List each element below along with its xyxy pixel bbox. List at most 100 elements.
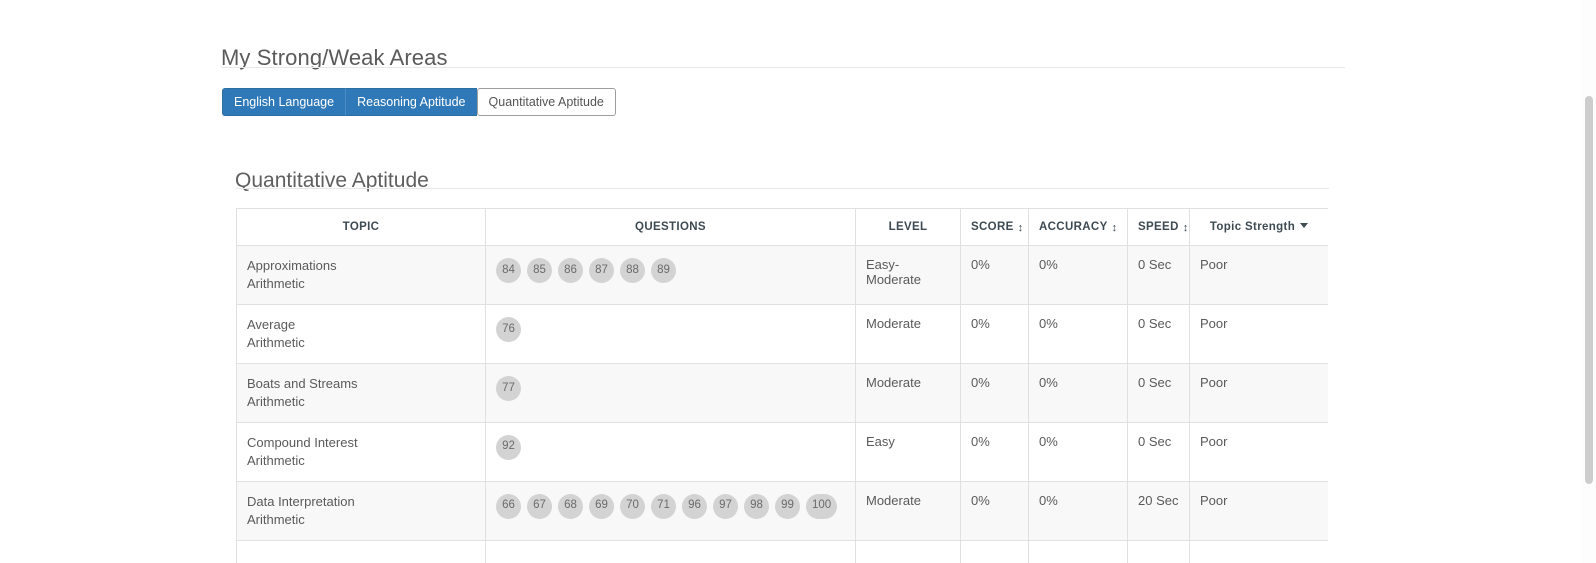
cell-level: Moderate (855, 362, 961, 423)
cell-topic-strength (1189, 539, 1328, 563)
question-badge[interactable]: 76 (496, 316, 521, 342)
question-badge[interactable]: 85 (527, 258, 552, 283)
column-header-topic-label: TOPIC (342, 221, 380, 233)
table-row: Average Arithmetic 76 Moderate 0% 0% 0 Sec Poor (236, 303, 1328, 364)
question-badge[interactable]: 99 (775, 493, 800, 519)
cell-topic: Data Interpretation Arithmetic (236, 480, 486, 541)
question-badge-list (496, 552, 845, 553)
question-badge[interactable]: 84 (496, 258, 521, 283)
question-badge[interactable]: 88 (620, 258, 645, 283)
cell-level (855, 539, 961, 563)
column-header-level-label: LEVEL (888, 221, 928, 233)
question-badge[interactable]: 70 (620, 493, 645, 519)
table-row: Boats and Streams Arithmetic 77 Moderate 0% 0… (236, 362, 1328, 423)
page-scrollbar-thumb[interactable] (1585, 96, 1593, 484)
cell-questions: 84 85 86 87 88 89 (485, 245, 856, 305)
column-header-speed[interactable]: SPEED ↕ (1127, 208, 1190, 246)
topic-category: Arithmetic (247, 276, 305, 292)
cell-score: 0% (960, 480, 1029, 541)
question-badge[interactable]: 89 (651, 258, 676, 283)
section-divider (236, 188, 1329, 189)
topics-table-container: TOPIC QUESTIONS LEVEL SCORE ↕ ACCURACY ↕ (236, 208, 1328, 563)
title-divider (221, 67, 1345, 68)
question-badge[interactable]: 68 (558, 493, 583, 519)
question-badge-list: 76 (496, 316, 845, 342)
tab-english-language[interactable]: English Language (222, 88, 346, 116)
cell-topic: Compound Interest Arithmetic (236, 421, 486, 482)
chevron-down-icon[interactable] (1300, 223, 1309, 228)
column-header-score[interactable]: SCORE ↕ (960, 208, 1029, 246)
cell-questions (485, 539, 856, 563)
cell-speed: 20 Sec (1127, 480, 1190, 541)
question-badge[interactable]: 100 (806, 493, 838, 519)
topics-table: TOPIC QUESTIONS LEVEL SCORE ↕ ACCURACY ↕ (236, 208, 1328, 563)
tab-quantitative-aptitude[interactable]: Quantitative Aptitude (476, 88, 616, 116)
cell-score: 0% (960, 362, 1029, 423)
table-row: Compound Interest Arithmetic 92 Easy 0% 0% 0 S… (236, 421, 1328, 482)
column-header-score-label: SCORE (971, 221, 1014, 233)
topic-category: Arithmetic (247, 453, 305, 469)
column-header-accuracy[interactable]: ACCURACY ↕ (1028, 208, 1128, 246)
cell-score: 0% (960, 245, 1029, 305)
question-badge[interactable]: 87 (589, 258, 614, 283)
cell-questions: 66 67 68 69 70 71 96 97 98 99 100 (485, 480, 856, 541)
cell-speed: 0 Sec (1127, 362, 1190, 423)
aptitude-tab-group[interactable]: English Language Reasoning Aptitude Quanti… (222, 88, 616, 116)
cell-speed: 0 Sec (1127, 303, 1190, 364)
cell-speed: 0 Sec (1127, 421, 1190, 482)
column-header-level: LEVEL (855, 208, 961, 246)
column-header-accuracy-label: ACCURACY (1039, 221, 1108, 233)
page-scrollbar-track[interactable] (1581, 0, 1596, 563)
question-badge[interactable]: 67 (527, 493, 552, 519)
question-badge[interactable]: 92 (496, 434, 521, 460)
table-body: Approximations Arithmetic 84 85 86 87 88 89 Easy… (236, 245, 1328, 563)
sort-icon[interactable]: ↕ (1018, 223, 1024, 234)
question-badge-list: 92 (496, 434, 845, 460)
cell-level: Easy-Moderate (855, 245, 961, 305)
cell-topic-strength: Poor (1189, 421, 1328, 482)
cell-speed: 0 Sec (1127, 245, 1190, 305)
cell-topic-strength: Poor (1189, 362, 1328, 423)
section-title: Quantitative Aptitude (235, 169, 429, 193)
cell-topic: Boats and Streams Arithmetic (236, 362, 486, 423)
question-badge[interactable]: 97 (713, 493, 738, 519)
cell-level: Moderate (855, 303, 961, 364)
question-badge[interactable]: 96 (682, 493, 707, 519)
column-header-topic-strength[interactable]: Topic Strength (1189, 208, 1328, 246)
column-header-speed-label: SPEED (1138, 221, 1179, 233)
cell-questions: 76 (485, 303, 856, 364)
cell-speed (1127, 539, 1190, 563)
topic-category: Arithmetic (247, 335, 305, 351)
cell-accuracy (1028, 539, 1128, 563)
topic-name: Compound Interest (247, 434, 358, 450)
cell-accuracy: 0% (1028, 480, 1128, 541)
topic-category: Arithmetic (247, 512, 305, 528)
cell-accuracy: 0% (1028, 303, 1128, 364)
question-badge[interactable]: 71 (651, 493, 676, 519)
topic-name: Approximations (247, 258, 337, 273)
cell-accuracy: 0% (1028, 362, 1128, 423)
cell-topic (236, 539, 486, 563)
question-badge[interactable]: 86 (558, 258, 583, 283)
cell-score: 0% (960, 303, 1029, 364)
question-badge[interactable]: 98 (744, 493, 769, 519)
cell-questions: 92 (485, 421, 856, 482)
cell-score (960, 539, 1029, 563)
question-badge[interactable]: 69 (589, 493, 614, 519)
cell-topic-strength: Poor (1189, 303, 1328, 364)
question-badge[interactable]: 66 (496, 493, 521, 519)
table-row: Approximations Arithmetic 84 85 86 87 88 89 Easy… (236, 245, 1328, 305)
table-header-row: TOPIC QUESTIONS LEVEL SCORE ↕ ACCURACY ↕ (236, 208, 1328, 246)
column-header-questions: QUESTIONS (485, 208, 856, 246)
question-badge[interactable]: 77 (496, 375, 521, 401)
sort-icon[interactable]: ↕ (1112, 223, 1118, 234)
question-badge-list: 84 85 86 87 88 89 (496, 257, 845, 283)
tab-reasoning-aptitude[interactable]: Reasoning Aptitude (345, 88, 477, 116)
sort-icon[interactable]: ↕ (1183, 223, 1189, 234)
column-header-topic-strength-label: Topic Strength (1209, 221, 1296, 233)
page-root: My Strong/Weak Areas English Language Rea… (0, 0, 1596, 563)
cell-accuracy: 0% (1028, 421, 1128, 482)
column-header-questions-label: QUESTIONS (635, 221, 706, 233)
table-row: Data Interpretation Arithmetic 66 67 68 69 70 7… (236, 480, 1328, 541)
cell-topic: Approximations Arithmetic (236, 245, 486, 305)
